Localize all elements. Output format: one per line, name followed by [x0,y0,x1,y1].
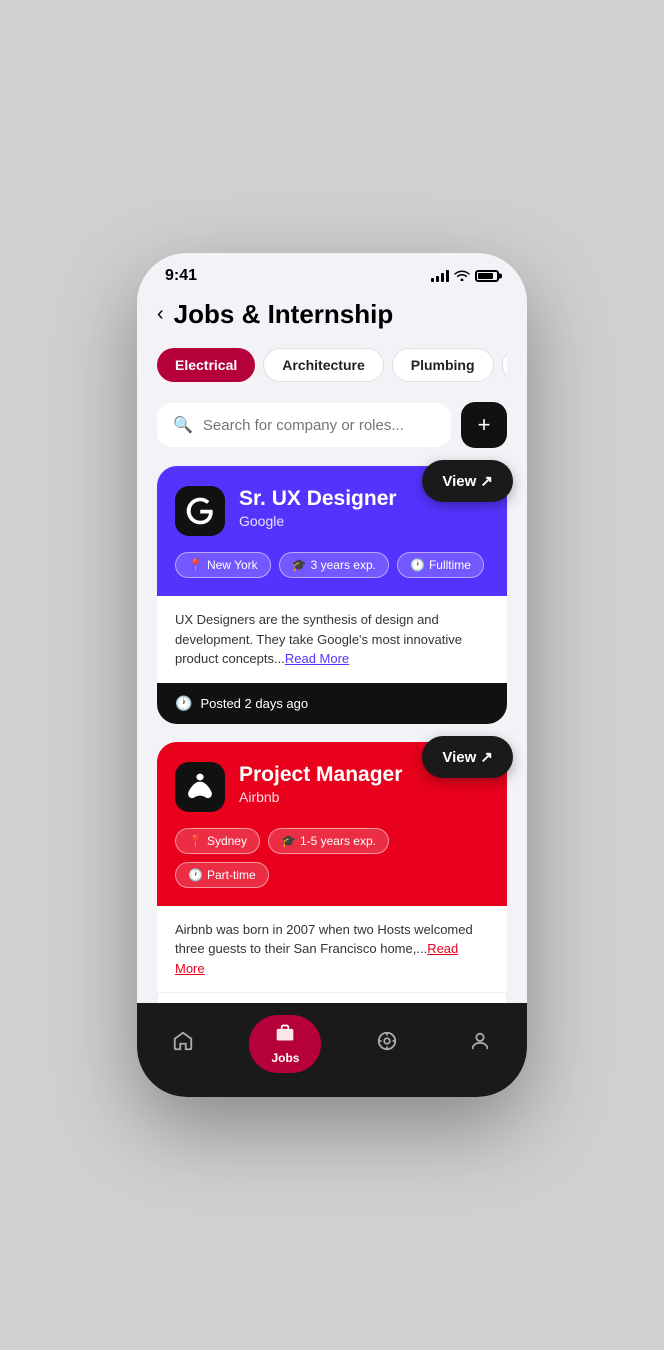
plus-icon: + [478,414,491,436]
status-time: 9:41 [165,267,197,285]
job-card-google: View ↗ Sr. UX Designer Google [157,466,507,724]
google-card-bottom: 🕐 Posted 2 days ago [157,683,507,724]
jobs-icon [275,1023,295,1049]
nav-jobs[interactable]: Jobs [249,1015,321,1073]
view-button-google[interactable]: View ↗ [422,460,513,502]
tab-architecture-1[interactable]: Architecture [263,348,383,382]
clock-icon-google: 🕐 [175,695,192,712]
card-top-google: View ↗ Sr. UX Designer Google [157,466,507,596]
explore-icon [376,1030,398,1058]
job-card-airbnb: View ↗ Project Manager Airbnb [157,742,507,1004]
signal-icon [431,270,449,282]
wifi-icon [454,269,470,284]
google-posted-text: Posted 2 days ago [200,696,308,711]
google-tags: 📍 New York 🎓 3 years exp. 🕐 Fulltime [175,552,489,578]
page-title: Jobs & Internship [174,299,394,330]
google-company-name: Google [239,513,489,529]
google-tag-type: 🕐 Fulltime [397,552,484,578]
google-read-more[interactable]: Read More [285,651,349,666]
airbnb-tags: 📍 Sydney 🎓 1-5 years exp. 🕐 Part-time [175,828,489,888]
status-icons [431,269,499,284]
nav-home[interactable] [156,1026,210,1062]
airbnb-description: Airbnb was born in 2007 when two Hosts w… [157,906,507,993]
google-logo [175,486,225,536]
airbnb-tag-location: 📍 Sydney [175,828,260,854]
search-icon: 🔍 [173,415,193,435]
search-row: 🔍 + [157,402,507,448]
google-tag-exp: 🎓 3 years exp. [279,552,389,578]
tab-electrical[interactable]: Electrical [157,348,255,382]
tab-plumbing[interactable]: Plumbing [392,348,494,382]
google-description: UX Designers are the synthesis of design… [157,596,507,683]
tab-architecture-2[interactable]: Architecture [502,348,507,382]
search-box[interactable]: 🔍 [157,403,451,447]
status-bar: 9:41 [137,253,527,285]
page-header: ‹ Jobs & Internship [157,295,507,330]
airbnb-tag-exp: 🎓 1-5 years exp. [268,828,389,854]
scroll-area[interactable]: ‹ Jobs & Internship Electrical Architect… [137,285,527,1003]
airbnb-tag-type: 🕐 Part-time [175,862,269,888]
card-top-airbnb: View ↗ Project Manager Airbnb [157,742,507,906]
nav-explore[interactable] [360,1026,414,1062]
bottom-nav: Jobs [137,1003,527,1097]
jobs-nav-label: Jobs [271,1051,299,1065]
profile-icon [469,1030,491,1058]
battery-icon [475,270,499,282]
search-input[interactable] [203,417,435,434]
back-button[interactable]: ‹ [157,303,164,326]
airbnb-card-bottom: 🕐 Posted 5 days ago [157,992,507,1003]
airbnb-logo [175,762,225,812]
view-button-airbnb[interactable]: View ↗ [422,736,513,778]
nav-profile[interactable] [453,1026,507,1062]
home-icon [172,1030,194,1058]
add-button[interactable]: + [461,402,507,448]
airbnb-company-name: Airbnb [239,789,489,805]
filter-tabs: Electrical Architecture Plumbing Archite… [157,348,507,386]
google-tag-location: 📍 New York [175,552,271,578]
